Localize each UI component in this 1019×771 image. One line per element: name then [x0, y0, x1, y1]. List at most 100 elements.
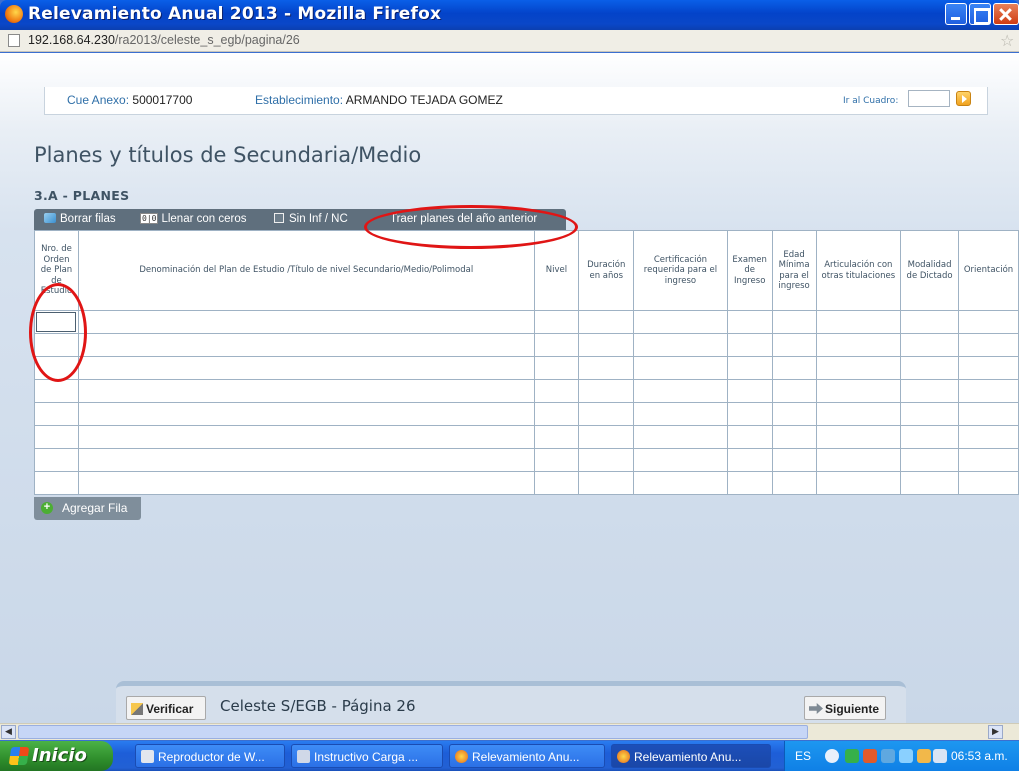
table-cell[interactable]	[726, 471, 773, 495]
table-cell[interactable]	[900, 448, 960, 472]
table-cell[interactable]	[726, 333, 773, 357]
volume-icon[interactable]	[899, 749, 913, 763]
security-icon[interactable]	[863, 749, 877, 763]
table-cell[interactable]	[633, 333, 728, 357]
start-button[interactable]: Inicio	[0, 741, 113, 771]
table-cell[interactable]	[633, 402, 728, 426]
checkbox-icon[interactable]	[274, 213, 284, 223]
scroll-left-icon[interactable]: ◀	[1, 725, 16, 739]
table-cell[interactable]	[726, 379, 773, 403]
table-cell[interactable]	[34, 402, 79, 426]
taskbar-item[interactable]: Relevamiento Anu...	[611, 744, 771, 768]
table-cell[interactable]	[533, 310, 580, 334]
table-cell[interactable]	[77, 402, 535, 426]
table-cell[interactable]	[77, 448, 535, 472]
llenar-ceros-button[interactable]: 0|0 Llenar con ceros	[140, 213, 246, 225]
table-cell[interactable]	[815, 402, 902, 426]
table-cell[interactable]	[533, 356, 580, 380]
scroll-thumb[interactable]	[18, 725, 808, 739]
address-bar[interactable]: 192.168.64.230/ra2013/celeste_s_egb/pagi…	[0, 30, 1019, 52]
table-cell[interactable]	[726, 448, 773, 472]
table-cell[interactable]	[578, 448, 635, 472]
table-cell[interactable]	[900, 333, 960, 357]
table-cell[interactable]	[77, 379, 535, 403]
table-cell[interactable]	[578, 333, 635, 357]
table-cell[interactable]	[633, 425, 728, 449]
table-cell[interactable]	[726, 310, 773, 334]
table-cell[interactable]	[958, 448, 1019, 472]
table-cell[interactable]	[900, 402, 960, 426]
table-cell[interactable]	[958, 310, 1019, 334]
agregar-fila-button[interactable]: + Agregar Fila	[34, 497, 141, 520]
table-cell[interactable]	[815, 379, 902, 403]
close-button[interactable]	[993, 3, 1019, 25]
table-cell[interactable]	[771, 425, 817, 449]
table-cell[interactable]	[815, 333, 902, 357]
table-cell[interactable]	[900, 471, 960, 495]
table-cell[interactable]	[34, 471, 79, 495]
table-cell[interactable]	[578, 379, 635, 403]
table-cell[interactable]	[771, 356, 817, 380]
table-cell[interactable]	[771, 448, 817, 472]
minimize-button[interactable]	[945, 3, 967, 25]
table-cell[interactable]	[77, 425, 535, 449]
display-icon[interactable]	[881, 749, 895, 763]
table-cell[interactable]	[771, 402, 817, 426]
table-cell[interactable]	[815, 356, 902, 380]
table-cell[interactable]	[771, 379, 817, 403]
verificar-button[interactable]: Verificar	[126, 696, 206, 720]
url-text[interactable]: 192.168.64.230/ra2013/celeste_s_egb/pagi…	[28, 33, 300, 47]
table-cell[interactable]	[533, 471, 580, 495]
table-cell[interactable]	[633, 356, 728, 380]
window-title-bar[interactable]: Relevamiento Anual 2013 - Mozilla Firefo…	[0, 0, 1019, 30]
table-cell[interactable]	[578, 471, 635, 495]
network-icon[interactable]	[845, 749, 859, 763]
update-icon[interactable]	[917, 749, 931, 763]
table-cell[interactable]	[533, 425, 580, 449]
table-cell[interactable]	[77, 333, 535, 357]
siguiente-button[interactable]: Siguiente	[804, 696, 886, 720]
taskbar-item[interactable]: Instructivo Carga ...	[291, 744, 443, 768]
table-cell[interactable]	[815, 448, 902, 472]
table-cell[interactable]	[771, 333, 817, 357]
table-cell[interactable]	[533, 402, 580, 426]
table-cell[interactable]	[34, 448, 79, 472]
table-cell[interactable]	[533, 379, 580, 403]
table-cell[interactable]	[900, 425, 960, 449]
borrar-filas-button[interactable]: Borrar filas	[44, 213, 116, 225]
bookmark-star-icon[interactable]: ☆	[1000, 31, 1014, 50]
table-cell[interactable]	[771, 310, 817, 334]
table-cell[interactable]	[633, 448, 728, 472]
scroll-right-icon[interactable]: ▶	[988, 725, 1003, 739]
table-cell[interactable]	[77, 471, 535, 495]
table-cell[interactable]	[578, 356, 635, 380]
table-cell[interactable]	[533, 448, 580, 472]
table-cell[interactable]	[958, 356, 1019, 380]
table-cell[interactable]	[34, 425, 79, 449]
table-cell[interactable]	[726, 356, 773, 380]
table-cell[interactable]	[958, 425, 1019, 449]
table-cell[interactable]	[726, 425, 773, 449]
go-arrow-icon[interactable]	[956, 91, 971, 106]
language-indicator[interactable]: ES	[795, 749, 811, 763]
taskbar-item[interactable]: Relevamiento Anu...	[449, 744, 605, 768]
taskbar-item[interactable]: Reproductor de W...	[135, 744, 285, 768]
table-cell[interactable]	[633, 310, 728, 334]
sin-inf-checkbox[interactable]: Sin Inf / NC	[274, 213, 348, 225]
table-cell[interactable]	[633, 379, 728, 403]
table-cell[interactable]	[77, 356, 535, 380]
table-cell[interactable]	[958, 402, 1019, 426]
table-cell[interactable]	[958, 379, 1019, 403]
table-cell[interactable]	[633, 471, 728, 495]
table-cell[interactable]	[815, 471, 902, 495]
table-cell[interactable]	[77, 310, 535, 334]
chevron-left-icon[interactable]	[825, 749, 839, 763]
table-cell[interactable]	[958, 471, 1019, 495]
table-cell[interactable]	[815, 425, 902, 449]
table-cell[interactable]	[900, 310, 960, 334]
table-cell[interactable]	[900, 379, 960, 403]
ir-al-cuadro-input[interactable]	[908, 90, 950, 107]
horizontal-scrollbar[interactable]: ◀ ▶	[0, 723, 1019, 740]
table-cell[interactable]	[578, 425, 635, 449]
table-cell[interactable]	[726, 402, 773, 426]
